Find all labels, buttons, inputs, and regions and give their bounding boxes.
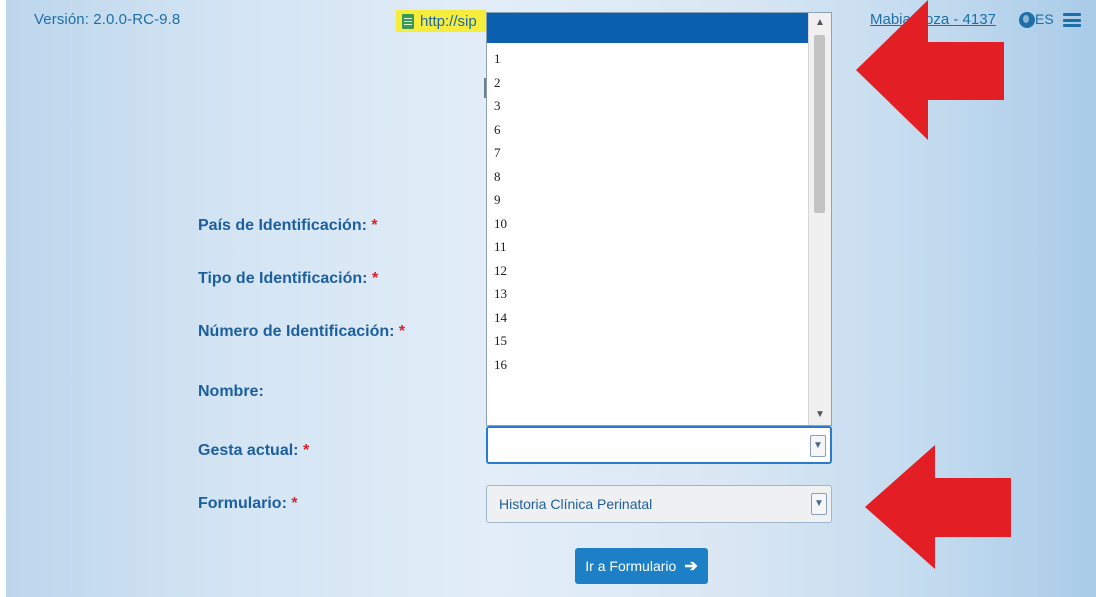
language-selector[interactable]: ES — [1035, 11, 1054, 27]
page: Versión: 2.0.0-RC-9.8 http://sip Mabia S… — [0, 0, 1096, 597]
dropdown-selected-option[interactable] — [487, 13, 809, 43]
dropdown-option[interactable]: 1 — [494, 47, 507, 71]
scroll-down-icon[interactable]: ▼ — [809, 405, 831, 425]
dropdown-option[interactable]: 9 — [494, 188, 507, 212]
label-tipo: Tipo de Identificación: * — [198, 270, 379, 287]
ir-a-formulario-button[interactable]: Ir a Formulario ➔ — [575, 548, 708, 584]
scroll-thumb[interactable] — [814, 35, 825, 213]
gesta-select[interactable]: ▼ — [486, 426, 832, 464]
red-arrow-annotation — [856, 0, 1004, 140]
dropdown-option[interactable]: 14 — [494, 306, 507, 330]
url-text: http://sip — [420, 12, 477, 30]
dropdown-scrollbar[interactable]: ▲ ▼ — [808, 13, 831, 425]
formulario-select[interactable]: Historia Clínica Perinatal ▼ — [486, 485, 832, 523]
dropdown-option[interactable]: 15 — [494, 329, 507, 353]
chevron-down-icon[interactable]: ▼ — [811, 493, 827, 515]
dropdown-option[interactable]: 10 — [494, 212, 507, 236]
dropdown-option[interactable]: 13 — [494, 282, 507, 306]
dropdown-option[interactable]: 12 — [494, 259, 507, 283]
dropdown-option[interactable]: 6 — [494, 118, 507, 142]
dropdown-option[interactable]: 8 — [494, 165, 507, 189]
hamburger-menu-icon[interactable] — [1063, 13, 1081, 27]
dropdown-option[interactable]: 16 — [494, 353, 507, 377]
required-mark: * — [291, 495, 298, 512]
required-mark: * — [398, 323, 406, 340]
dropdown-option[interactable]: 3 — [494, 94, 507, 118]
label-pais: País de Identificación: * — [198, 217, 378, 234]
scroll-up-icon[interactable]: ▲ — [809, 13, 831, 33]
url-highlight[interactable]: http://sip — [396, 10, 486, 32]
label-formulario: Formulario: * — [198, 495, 298, 512]
label-nombre: Nombre: — [198, 383, 264, 400]
required-mark: * — [371, 217, 378, 234]
required-mark: * — [371, 270, 379, 287]
dropdown-option[interactable]: 2 — [494, 71, 507, 95]
label-gesta: Gesta actual: * — [198, 442, 310, 459]
dropdown-option[interactable]: 11 — [494, 235, 507, 259]
label-numero: Número de Identificación: * — [198, 323, 406, 340]
left-border — [0, 0, 6, 597]
button-label: Ir a Formulario — [585, 558, 677, 574]
document-icon — [402, 13, 414, 29]
dropdown-option[interactable]: 7 — [494, 141, 507, 165]
red-arrow-annotation — [865, 445, 1011, 569]
chevron-down-icon[interactable]: ▼ — [810, 435, 826, 457]
dropdown-options: 1 2 3 6 7 8 9 10 11 12 13 14 15 16 — [494, 47, 507, 376]
gesta-dropdown-list[interactable]: 1 2 3 6 7 8 9 10 11 12 13 14 15 16 ▲ ▼ — [486, 12, 832, 426]
required-mark: * — [302, 442, 310, 459]
globe-icon[interactable] — [1019, 12, 1035, 28]
version-label: Versión: 2.0.0-RC-9.8 — [34, 11, 181, 28]
formulario-value: Historia Clínica Perinatal — [499, 496, 653, 512]
arrow-right-icon: ➔ — [684, 558, 698, 575]
